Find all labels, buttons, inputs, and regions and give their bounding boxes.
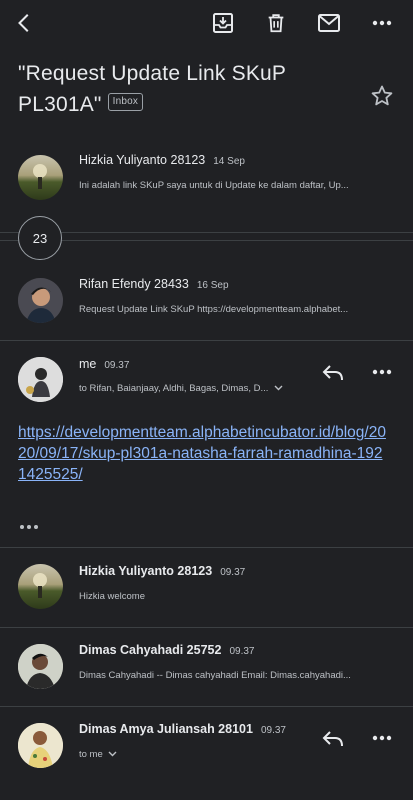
- mail-icon[interactable]: [314, 8, 344, 38]
- inbox-label-badge[interactable]: Inbox: [107, 93, 144, 112]
- message-time: 09.37: [260, 725, 286, 736]
- message-time: 16 Sep: [196, 280, 229, 291]
- message-time: 14 Sep: [213, 156, 245, 167]
- sender-name: me 09.37: [79, 357, 130, 371]
- star-icon[interactable]: [370, 84, 394, 108]
- email-subject: "Request Update Link SKuP PL301A" Inbox: [18, 58, 358, 120]
- show-trimmed-content-icon[interactable]: [16, 514, 42, 540]
- sender-name: Dimas Cahyahadi 25752 09.37: [79, 643, 255, 657]
- divider: [0, 627, 413, 628]
- message-snippet: Hizkia welcome: [79, 591, 145, 602]
- collapsed-messages-count[interactable]: 23: [18, 216, 62, 260]
- message-snippet: Dimas Cahyahadi -- Dimas cahyahadi Email…: [79, 670, 351, 681]
- collapsed-divider-bottom: [0, 240, 413, 241]
- sender-name: Dimas Amya Juliansah 28101 09.37: [79, 722, 286, 736]
- divider: [0, 547, 413, 548]
- chevron-down-icon[interactable]: [274, 383, 283, 394]
- more-icon[interactable]: [367, 8, 397, 38]
- message-snippet: Request Update Link SKuP https://develop…: [79, 304, 349, 315]
- reply-icon[interactable]: [320, 725, 346, 751]
- back-icon[interactable]: [10, 8, 40, 38]
- message-time: 09.37: [104, 360, 130, 371]
- sender-name: Rifan Efendy 28433 16 Sep: [79, 277, 229, 291]
- message-body-link[interactable]: https://developmentteam.alphabetincubato…: [18, 422, 388, 485]
- message-time: 09.37: [229, 646, 255, 657]
- sender-name: Hizkia Yuliyanto 28123 14 Sep: [79, 153, 245, 167]
- avatar: [18, 155, 63, 200]
- avatar: [18, 278, 63, 323]
- avatar: [18, 357, 63, 402]
- sender-name: Hizkia Yuliyanto 28123 09.37: [79, 564, 246, 578]
- recipients-line[interactable]: to Rifan, Baianjaay, Aldhi, Bagas, Dimas…: [79, 383, 283, 394]
- collapsed-divider-top: [0, 232, 413, 233]
- divider: [0, 706, 413, 707]
- archive-icon[interactable]: [208, 8, 238, 38]
- recipients-line[interactable]: to me: [79, 749, 117, 760]
- message-time: 09.37: [220, 567, 246, 578]
- message-more-icon[interactable]: [369, 359, 395, 385]
- message-snippet: Ini adalah link SKuP saya untuk di Updat…: [79, 180, 349, 191]
- reply-icon[interactable]: [320, 359, 346, 385]
- chevron-down-icon[interactable]: [108, 749, 117, 760]
- avatar: [18, 723, 63, 768]
- avatar: [18, 644, 63, 689]
- message-more-icon[interactable]: [369, 725, 395, 751]
- subject-text: "Request Update Link SKuP PL301A": [18, 62, 286, 116]
- avatar: [18, 564, 63, 609]
- divider: [0, 340, 413, 341]
- trash-icon[interactable]: [261, 8, 291, 38]
